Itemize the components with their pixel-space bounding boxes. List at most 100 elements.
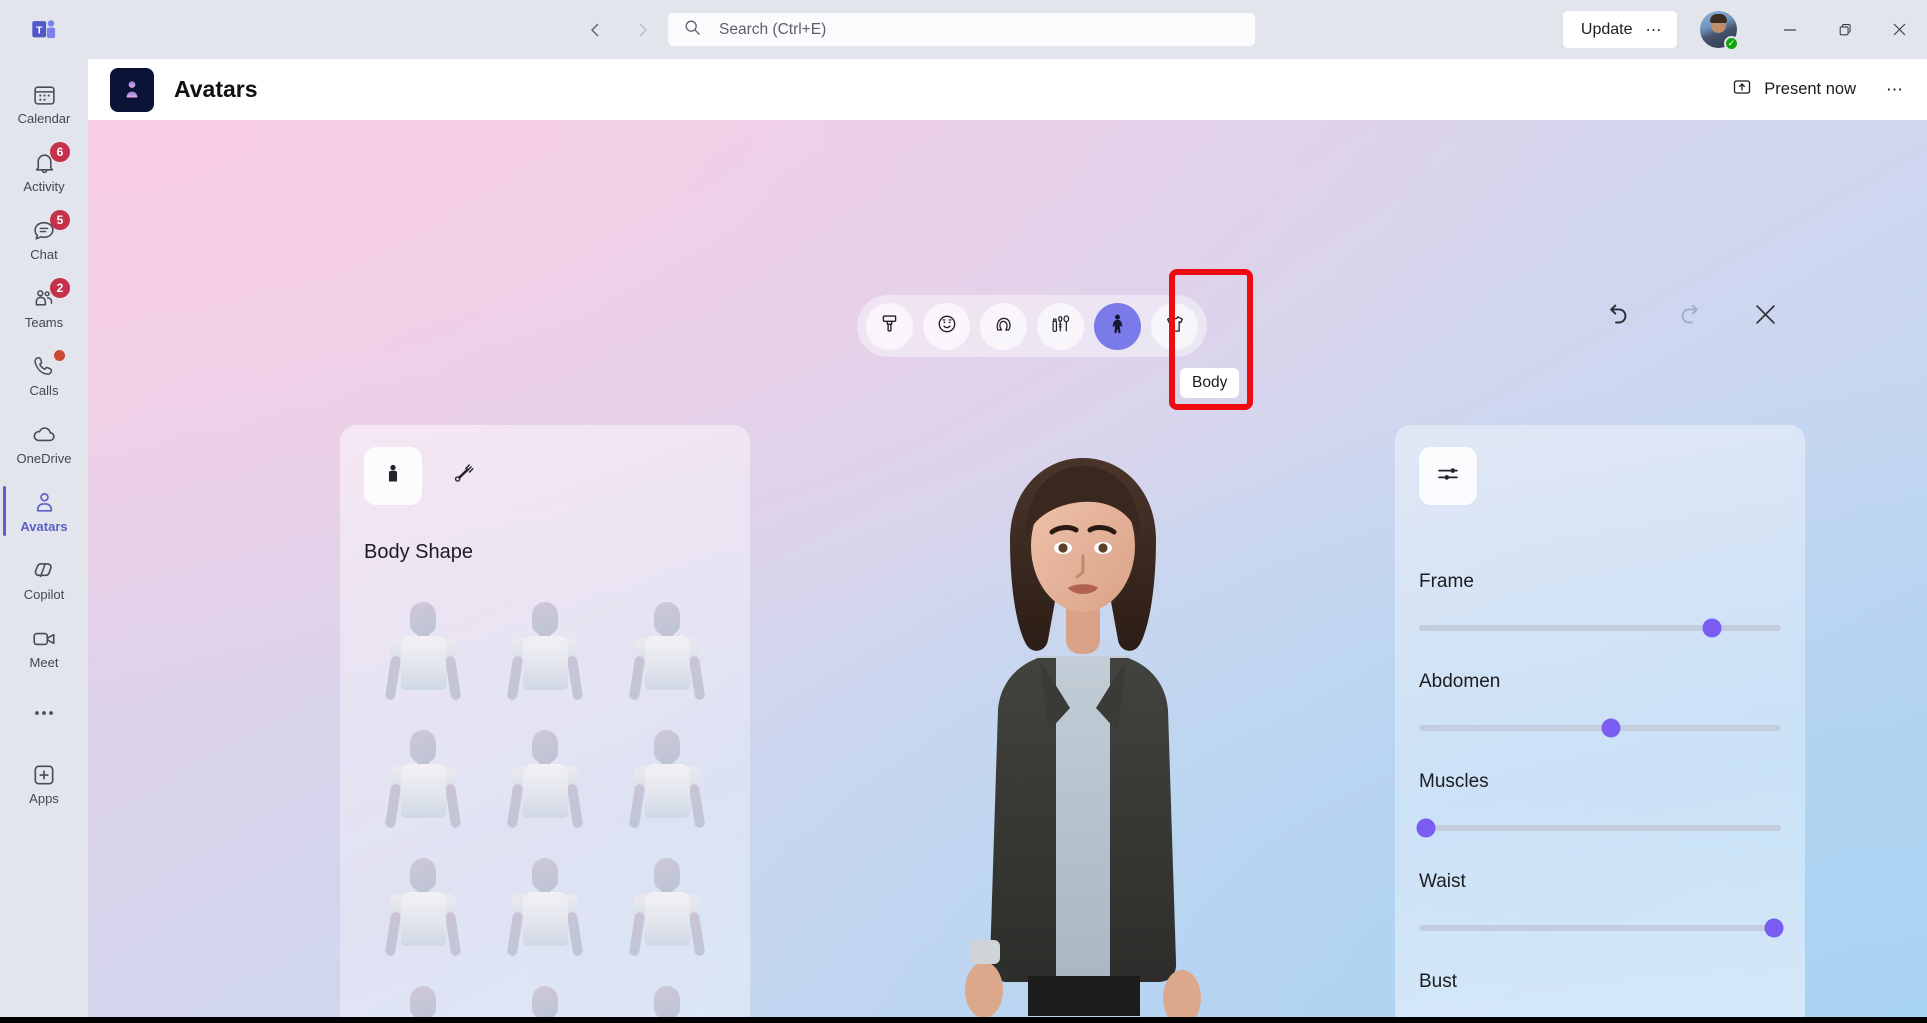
- restore-icon[interactable]: [1817, 0, 1872, 59]
- slider-track[interactable]: [1419, 718, 1781, 738]
- present-now-button[interactable]: Present now: [1732, 77, 1856, 102]
- body-shape-option[interactable]: [364, 846, 482, 970]
- sidebar-item-copilot[interactable]: Copilot: [0, 545, 88, 613]
- sidebar-item-onedrive[interactable]: OneDrive: [0, 409, 88, 477]
- category-hair-button[interactable]: [980, 302, 1027, 350]
- body-shape-option[interactable]: [364, 590, 482, 714]
- nav-arrows: [580, 0, 658, 59]
- panel-heading: Body Shape: [364, 541, 473, 563]
- calendar-icon: [31, 81, 58, 108]
- body-shape-option[interactable]: [364, 974, 482, 1017]
- sidebar-badge: 5: [50, 210, 70, 230]
- hair-icon: [993, 313, 1015, 340]
- body-shape-option[interactable]: [608, 590, 726, 714]
- makeup-icon: [1050, 313, 1072, 340]
- category-body-button[interactable]: [1094, 302, 1141, 350]
- teams-logo-icon: T: [0, 0, 88, 59]
- category-toolbar: [857, 295, 1207, 357]
- cloud-icon: [31, 421, 58, 448]
- close-icon[interactable]: [1872, 0, 1927, 59]
- slider-label: Muscles: [1419, 771, 1489, 792]
- minimize-icon[interactable]: [1762, 0, 1817, 59]
- category-face-button[interactable]: [923, 302, 970, 350]
- app-more-icon[interactable]: ⋯: [1886, 80, 1905, 100]
- sidebar-badge: 6: [50, 142, 70, 162]
- share-screen-icon: [1732, 77, 1752, 102]
- search-input[interactable]: Search (Ctrl+E): [668, 13, 1255, 46]
- app-surface: Avatars Present now ⋯ Body Body Shape Fr…: [88, 59, 1927, 1017]
- face-icon: [936, 313, 958, 340]
- slider-waist: Waist: [1419, 871, 1784, 938]
- sidebar-item-teams[interactable]: 2 Teams: [0, 273, 88, 341]
- category-clothing-button[interactable]: [1151, 302, 1198, 350]
- slider-label: Abdomen: [1419, 671, 1501, 692]
- update-button-label: Update: [1580, 20, 1633, 38]
- slider-thumb[interactable]: [1416, 818, 1436, 838]
- back-button[interactable]: [580, 15, 610, 45]
- close-editor-button[interactable]: [1752, 301, 1779, 333]
- body-shape-option[interactable]: [486, 974, 604, 1017]
- category-makeup-button[interactable]: [1037, 302, 1084, 350]
- sidebar-item-avatars[interactable]: Avatars: [0, 477, 88, 545]
- slider-frame: Frame: [1419, 571, 1781, 638]
- sidebar-badge-dot: [54, 350, 65, 361]
- sidebar-badge: 2: [50, 278, 70, 298]
- search-icon: [684, 19, 701, 41]
- slider-track[interactable]: [1419, 618, 1781, 638]
- redo-button[interactable]: [1677, 300, 1706, 334]
- sidebar-item-meet[interactable]: Meet: [0, 613, 88, 681]
- sidebar-item-chat[interactable]: 5 Chat: [0, 205, 88, 273]
- slider-label: Waist: [1419, 871, 1466, 892]
- body-shape-option[interactable]: [608, 846, 726, 970]
- sidebar-item-label: Calendar: [17, 111, 71, 126]
- slider-label: Bust: [1419, 971, 1458, 992]
- slider-abdomen: Abdomen: [1419, 671, 1781, 738]
- paintbrush-icon: [879, 313, 900, 339]
- sidebar-item-more[interactable]: [0, 681, 88, 749]
- slider-thumb[interactable]: [1601, 718, 1621, 738]
- slider-thumb[interactable]: [1702, 618, 1722, 638]
- tab-body-shape[interactable]: [364, 447, 422, 505]
- undo-icon: [1602, 300, 1631, 334]
- update-more-icon[interactable]: ⋯: [1646, 20, 1664, 40]
- present-now-label: Present now: [1764, 80, 1856, 98]
- body-shape-option[interactable]: [608, 718, 726, 842]
- sidebar-item-apps[interactable]: Apps: [0, 749, 88, 817]
- window-controls: [1762, 0, 1927, 59]
- body-shape-option[interactable]: [608, 974, 726, 1017]
- sidebar-item-calls[interactable]: Calls: [0, 341, 88, 409]
- body-shape-grid: [364, 590, 726, 1017]
- slider-thumb[interactable]: [1764, 918, 1784, 938]
- sidebar-item-label: Teams: [24, 315, 64, 330]
- slider-track[interactable]: [1419, 918, 1784, 938]
- update-button[interactable]: Update ⋯: [1562, 11, 1677, 48]
- status-badge: ✓: [1724, 36, 1739, 51]
- sidebar-item-label: Copilot: [23, 587, 65, 602]
- undo-button[interactable]: [1602, 300, 1631, 334]
- sliders-icon: [1436, 462, 1460, 491]
- sidebar: Calendar 6 Activity 5 Chat 2 Teams Calls…: [0, 59, 88, 1023]
- window-bottom-edge: [0, 1017, 1927, 1023]
- tab-prosthetics[interactable]: [436, 447, 494, 505]
- slider-track[interactable]: [1416, 818, 1781, 838]
- person-icon: [31, 489, 58, 516]
- forward-button[interactable]: [628, 15, 658, 45]
- body-shape-option[interactable]: [486, 718, 604, 842]
- apps-plus-icon: [31, 761, 58, 788]
- tab-sliders[interactable]: [1419, 447, 1477, 505]
- category-base-button[interactable]: [866, 302, 913, 350]
- sidebar-item-activity[interactable]: 6 Activity: [0, 137, 88, 205]
- slider-bust: Bust: [1419, 971, 1781, 1017]
- slider-muscles: Muscles: [1416, 771, 1781, 838]
- body-shape-option[interactable]: [486, 846, 604, 970]
- prosthetic-limb-icon: [452, 461, 478, 492]
- svg-text:T: T: [35, 24, 42, 36]
- video-camera-icon: [31, 625, 58, 652]
- avatars-app-icon: [110, 67, 154, 112]
- avatar-3d-preview[interactable]: [918, 420, 1248, 1017]
- copilot-icon: [31, 557, 58, 584]
- body-shape-panel: Body Shape: [340, 425, 750, 1017]
- body-shape-option[interactable]: [364, 718, 482, 842]
- body-shape-option[interactable]: [486, 590, 604, 714]
- sidebar-item-calendar[interactable]: Calendar: [0, 69, 88, 137]
